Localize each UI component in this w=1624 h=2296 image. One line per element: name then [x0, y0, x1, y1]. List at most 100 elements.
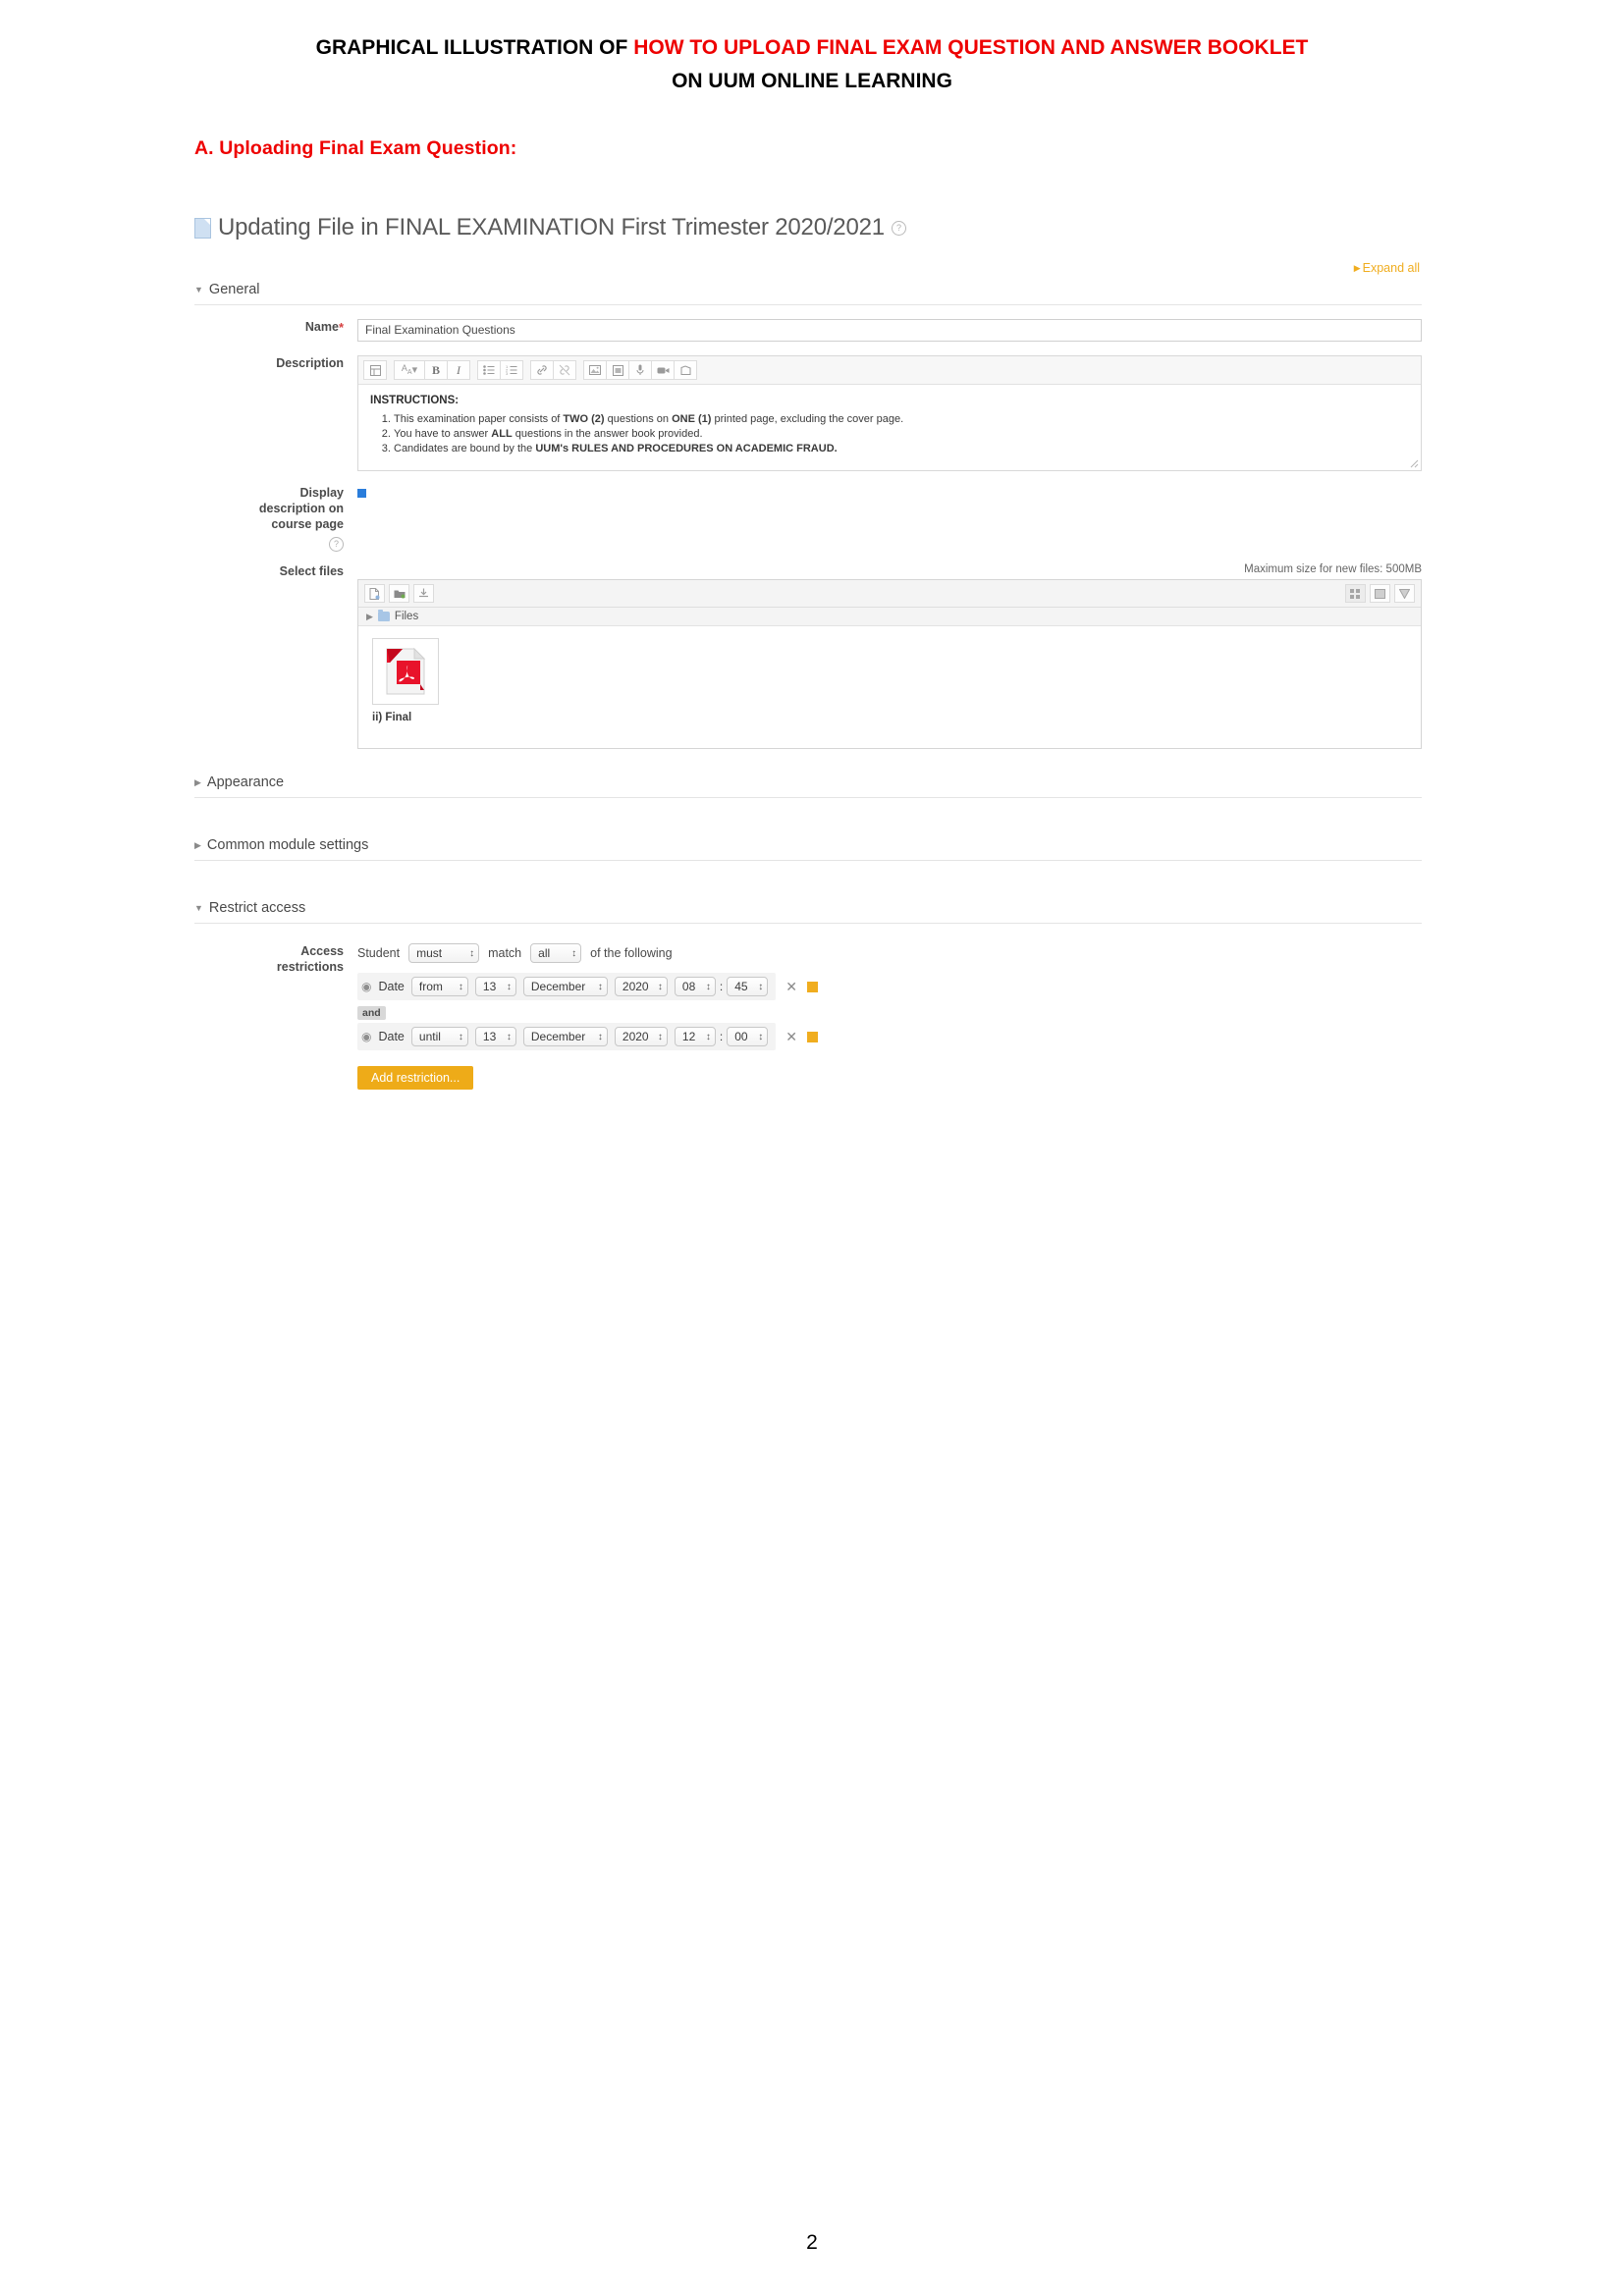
match-select[interactable]: all: [530, 943, 582, 963]
help-icon[interactable]: ?: [891, 220, 906, 236]
condition-type-label: Date: [378, 980, 405, 993]
time-colon-separator: :: [719, 1030, 724, 1043]
eye-visibility-icon[interactable]: ◉: [361, 980, 371, 993]
date-year-select[interactable]: 2020: [614, 1027, 668, 1046]
date-minute-select[interactable]: 00: [727, 1027, 769, 1046]
editor-toolbar-group-format: AA ▾ B I: [394, 360, 470, 380]
font-size-dropdown-icon[interactable]: AA ▾: [394, 360, 425, 380]
editor-toolbar-group-style: [363, 360, 387, 380]
section-common-module-settings-header[interactable]: ▶ Common module settings: [194, 837, 1422, 861]
insert-media-icon[interactable]: [674, 360, 697, 380]
chevron-right-icon: ▶: [194, 776, 201, 787]
section-appearance-label: Appearance: [206, 774, 285, 790]
paragraph-style-icon[interactable]: [363, 360, 387, 380]
date-direction-select[interactable]: from: [410, 977, 468, 996]
restriction-prefix: Student: [357, 946, 401, 960]
chevron-right-icon: ▶: [1353, 263, 1361, 273]
create-folder-icon[interactable]: [389, 584, 409, 603]
file-item[interactable]: ii) Final: [372, 638, 455, 723]
date-day-select[interactable]: 13: [474, 1027, 516, 1046]
date-month-select[interactable]: December: [522, 977, 608, 996]
name-label-text: Name: [304, 320, 339, 334]
view-icons-icon[interactable]: [1345, 584, 1366, 603]
form-row-access-restrictions: Access restrictions Student must match a…: [194, 943, 1422, 1090]
required-marker: *: [338, 320, 344, 335]
date-day-select[interactable]: 13: [474, 977, 516, 996]
unlink-icon[interactable]: [553, 360, 576, 380]
chevron-right-icon: ▶: [366, 611, 373, 621]
display-description-label: Display description on course page: [194, 485, 357, 532]
display-description-help-row: ?: [194, 536, 357, 554]
restriction-condition-2: ◉ Date until 13 December 2020 12 : 00 ✕: [357, 1023, 1422, 1050]
record-video-camera-icon[interactable]: [651, 360, 675, 380]
instruction-item: This examination paper consists of TWO (…: [394, 412, 1409, 427]
delete-restriction-icon[interactable]: ✕: [784, 1029, 799, 1045]
date-year-select[interactable]: 2020: [614, 977, 668, 996]
page-number: 2: [806, 2231, 818, 2254]
description-editor[interactable]: AA ▾ B I 123 INSTRUCTIONS: 1. This exami…: [357, 355, 1422, 471]
instruction-item: You have to answer ALL questions in the …: [394, 427, 1409, 442]
view-list-icon[interactable]: [1370, 584, 1390, 603]
insert-image-icon[interactable]: [583, 360, 607, 380]
link-icon[interactable]: [530, 360, 554, 380]
delete-restriction-icon[interactable]: ✕: [784, 979, 799, 995]
access-restrictions-label: Access restrictions: [194, 943, 357, 1090]
restriction-condition-1: ◉ Date from 13 December 2020 08 : 45 ✕ a…: [357, 973, 1422, 1023]
instructions-list: This examination paper consists of TWO (…: [370, 412, 1409, 456]
access-restrictions-label-line2: restrictions: [276, 960, 344, 974]
file-manager-breadcrumb[interactable]: ▶ Files: [358, 608, 1421, 626]
add-restriction-button[interactable]: Add restriction...: [357, 1066, 474, 1090]
date-month-select[interactable]: December: [522, 1027, 608, 1046]
date-minute-select[interactable]: 45: [727, 977, 769, 996]
form-row-description: Description AA ▾ B I 1 2 3 INSTRUCTIONS:…: [194, 355, 1422, 471]
time-colon-separator: :: [719, 980, 724, 993]
file-manager-toolbar: [358, 580, 1421, 608]
eye-visibility-icon[interactable]: ◉: [361, 1030, 371, 1043]
manage-files-icon[interactable]: [606, 360, 629, 380]
editor-toolbar-group-lists: 123: [477, 360, 523, 380]
view-tree-icon[interactable]: [1394, 584, 1415, 603]
description-editor-content[interactable]: INSTRUCTIONS: This examination paper con…: [358, 385, 1421, 470]
page-title: Updating File in FINAL EXAMINATION First…: [218, 214, 885, 240]
condition-type-label: Date: [378, 1030, 405, 1043]
numbered-list-icon[interactable]: 123: [500, 360, 523, 380]
must-select[interactable]: must: [408, 943, 480, 963]
bullet-list-icon[interactable]: [477, 360, 501, 380]
date-hour-select[interactable]: 08: [674, 977, 716, 996]
restriction-eye-toggle-icon[interactable]: [806, 981, 818, 992]
name-label: Name*: [194, 319, 357, 342]
document-title-line1: GRAPHICAL ILLUSTRATION OF HOW TO UPLOAD …: [316, 36, 1309, 59]
restriction-operator-badge: and: [357, 1006, 386, 1020]
display-description-checkbox[interactable]: [357, 489, 366, 498]
instructions-heading: INSTRUCTIONS:: [370, 395, 460, 406]
section-general-label: General: [208, 282, 260, 297]
italic-icon[interactable]: I: [447, 360, 470, 380]
display-description-label-line2: description on: [258, 502, 344, 515]
restriction-suffix: of the following: [590, 946, 673, 960]
section-restrict-access-header[interactable]: ▼ Restrict access: [194, 900, 1422, 924]
editor-toolbar-group-media: [583, 360, 697, 380]
chevron-down-icon: ▼: [194, 284, 203, 294]
restriction-eye-toggle-icon[interactable]: [806, 1031, 818, 1042]
resize-handle-icon[interactable]: [1407, 456, 1419, 468]
moodle-form-screenshot: Updating File in FINAL EXAMINATION First…: [194, 214, 1422, 1090]
name-input[interactable]: Final Examination Questions: [357, 319, 1422, 342]
date-hour-select[interactable]: 12: [674, 1027, 716, 1046]
section-appearance-header[interactable]: ▶ Appearance: [194, 774, 1422, 798]
bold-icon[interactable]: B: [424, 360, 448, 380]
form-row-select-files: Select files Maximum size for new files:…: [194, 563, 1422, 749]
pdf-file-icon: [372, 638, 439, 705]
add-file-icon[interactable]: [364, 584, 385, 603]
expand-all-link[interactable]: ▶ Expand all: [194, 261, 1422, 275]
download-all-icon[interactable]: [413, 584, 434, 603]
condition-fields: ◉ Date from 13 December 2020 08 : 45: [357, 973, 777, 1000]
section-general-header[interactable]: ▼ General: [194, 282, 1422, 305]
chevron-right-icon: ▶: [194, 839, 201, 850]
folder-icon: [377, 610, 390, 621]
record-audio-microphone-icon[interactable]: [628, 360, 652, 380]
form-row-name: Name* Final Examination Questions: [194, 319, 1422, 342]
help-icon[interactable]: ?: [329, 537, 344, 553]
editor-toolbar-group-links: [530, 360, 576, 380]
date-direction-select[interactable]: until: [410, 1027, 468, 1046]
max-file-size-text: Maximum size for new files: 500MB: [1244, 563, 1422, 575]
